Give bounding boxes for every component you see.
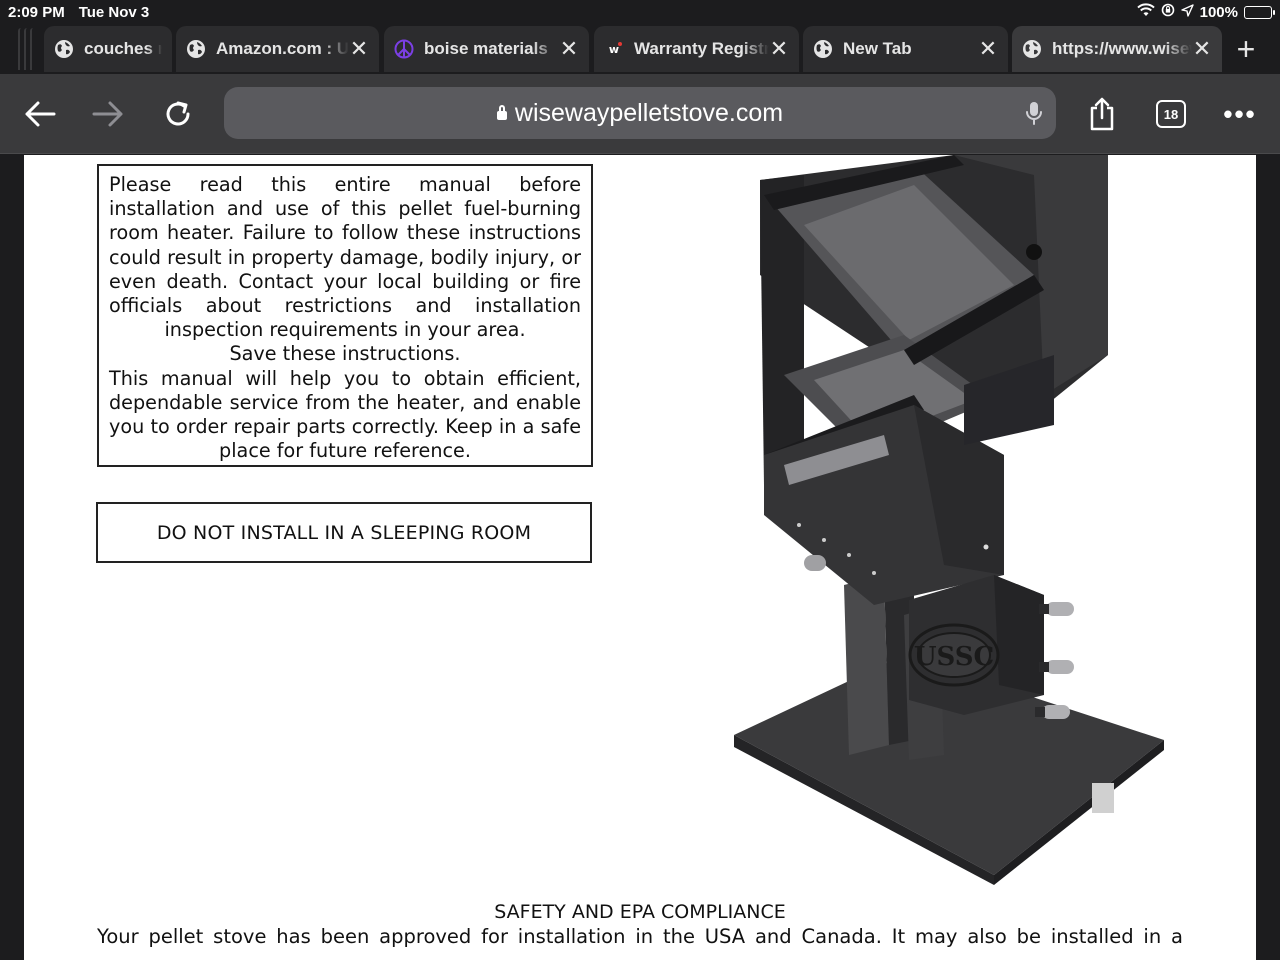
- tab-title: Amazon.com : Unbranded: [216, 39, 349, 58]
- orientation-lock-icon: [1161, 3, 1175, 21]
- globe-icon: [186, 39, 206, 59]
- tab-stack-indicator[interactable]: [18, 28, 44, 70]
- browser-toolbar: wisewaypelletstove.com 18 •••: [0, 74, 1280, 154]
- tab-title: boise materials: [424, 39, 548, 58]
- manual-notice-box: Please read this entire manual before in…: [97, 164, 593, 467]
- notice-outro: This manual will help you to obtain effi…: [109, 366, 581, 463]
- battery-icon: [1244, 5, 1275, 19]
- tab-strip: couches r Amazon.com : Unbranded ✕ boise…: [0, 24, 1280, 74]
- svg-text:w: w: [609, 43, 619, 56]
- status-bar: 2:09 PM Tue Nov 3 100%: [0, 0, 1280, 24]
- tab-wiseway-active[interactable]: https://www.wisewaypelletstove.com ✕: [1012, 26, 1222, 72]
- more-menu-button[interactable]: •••: [1218, 92, 1262, 136]
- tab-couches[interactable]: couches r: [44, 26, 172, 72]
- globe-icon: [1022, 39, 1042, 59]
- close-tab-icon[interactable]: ✕: [349, 36, 369, 62]
- control-knob: [804, 555, 826, 571]
- ellipsis-icon: •••: [1223, 98, 1257, 129]
- close-tab-icon[interactable]: ✕: [559, 36, 579, 62]
- ussc-logo-text: USSC: [914, 642, 994, 672]
- w-logo-icon: w: [604, 39, 624, 59]
- control-knob: [1035, 705, 1070, 719]
- tab-title: couches r: [84, 39, 162, 58]
- wifi-icon: [1136, 3, 1155, 21]
- close-tab-icon[interactable]: ✕: [978, 36, 998, 62]
- forward-button[interactable]: [86, 92, 130, 136]
- control-knob: [1039, 660, 1074, 674]
- address-bar[interactable]: wisewaypelletstove.com: [224, 87, 1056, 139]
- control-knob: [1039, 602, 1074, 616]
- sleeping-room-warning: DO NOT INSTALL IN A SLEEPING ROOM: [96, 502, 592, 563]
- battery-percent: 100%: [1199, 3, 1238, 21]
- tab-title: Warranty Registration: [634, 39, 769, 58]
- share-button[interactable]: [1080, 92, 1124, 136]
- status-date: Tue Nov 3: [78, 3, 150, 21]
- tab-count: 18: [1156, 100, 1186, 128]
- tab-boise-materials[interactable]: boise materials ✕: [384, 26, 589, 72]
- new-tab-button[interactable]: +: [1226, 26, 1266, 72]
- address-url: wisewaypelletstove.com: [514, 98, 784, 127]
- pellet-stove-image: USSC: [734, 155, 1164, 885]
- safety-section-body: Your pellet stove has been approved for …: [97, 925, 1183, 948]
- tab-warranty-registration[interactable]: w Warranty Registration ✕: [594, 26, 799, 72]
- web-page: Please read this entire manual before in…: [24, 155, 1256, 960]
- close-tab-icon[interactable]: ✕: [1192, 36, 1212, 62]
- back-button[interactable]: [18, 92, 62, 136]
- notice-intro: Please read this entire manual before in…: [109, 173, 581, 342]
- tabs-overview-button[interactable]: 18: [1149, 92, 1193, 136]
- safety-section-title: SAFETY AND EPA COMPLIANCE: [494, 901, 786, 923]
- notice-save-instructions: Save these instructions.: [229, 342, 461, 366]
- reload-icon: [166, 101, 190, 126]
- status-time: 2:09 PM: [8, 3, 65, 21]
- tab-title: New Tab: [843, 39, 912, 58]
- tab-title: https://www.wisewaypelletstove.com: [1052, 39, 1192, 58]
- microphone-icon[interactable]: [1024, 100, 1044, 133]
- lock-icon: [496, 104, 507, 120]
- peace-icon: [394, 39, 414, 59]
- globe-icon: [54, 39, 74, 59]
- location-icon: [1180, 3, 1194, 21]
- arrow-right-icon: [92, 101, 123, 127]
- reload-button[interactable]: [156, 92, 200, 136]
- tab-new-tab[interactable]: New Tab ✕: [803, 26, 1008, 72]
- close-tab-icon[interactable]: ✕: [769, 36, 789, 62]
- tab-amazon[interactable]: Amazon.com : Unbranded ✕: [176, 26, 379, 72]
- share-icon: [1090, 97, 1114, 131]
- globe-icon: [813, 39, 833, 59]
- plus-icon: +: [1236, 30, 1256, 67]
- warning-text: DO NOT INSTALL IN A SLEEPING ROOM: [156, 521, 532, 544]
- arrow-left-icon: [25, 101, 56, 127]
